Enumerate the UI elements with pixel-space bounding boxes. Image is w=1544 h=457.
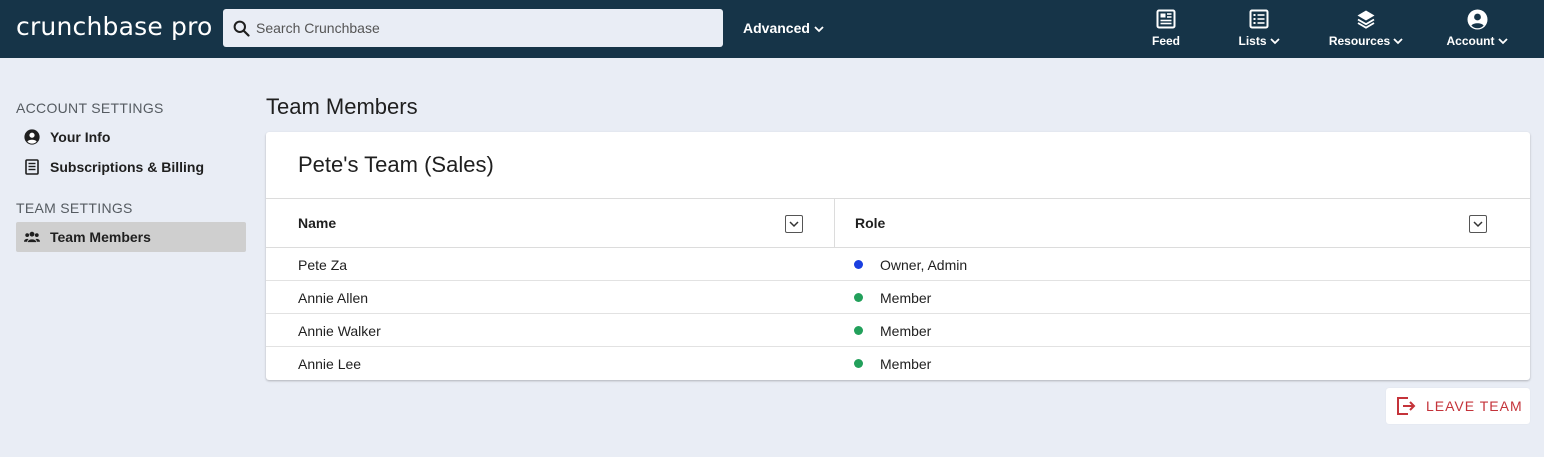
nav-lists[interactable]: Lists (1236, 8, 1282, 52)
chevron-down-icon (814, 20, 824, 36)
table-header: Name Role (266, 198, 1530, 248)
sidebar-item-subscriptions-billing[interactable]: Subscriptions & Billing (16, 152, 246, 182)
exit-icon (1395, 395, 1417, 417)
crunchbase-pro-logo[interactable]: crunchbase pro (16, 12, 213, 41)
table-row[interactable]: Annie Lee Member (266, 347, 1530, 380)
nav-account[interactable]: Account (1443, 8, 1511, 52)
sidebar-item-label: Your Info (50, 129, 111, 145)
sidebar-item-label: Team Members (50, 229, 151, 245)
chevron-down-icon (1393, 34, 1403, 48)
status-dot-icon (854, 260, 863, 269)
receipt-icon (24, 159, 40, 175)
table-row[interactable]: Pete Za Owner, Admin (266, 248, 1530, 281)
column-divider[interactable] (834, 199, 835, 247)
team-settings-heading: TEAM SETTINGS (16, 200, 133, 216)
member-name: Annie Lee (298, 356, 362, 372)
leave-team-label: LEAVE TEAM (1426, 398, 1523, 414)
nav-feed[interactable]: Feed (1145, 8, 1187, 52)
status-dot-icon (854, 293, 863, 302)
nav-lists-label: Lists (1238, 34, 1267, 48)
account-settings-heading: ACCOUNT SETTINGS (16, 100, 164, 116)
account-circle-icon (1465, 8, 1489, 30)
nav-resources-label: Resources (1328, 34, 1391, 48)
chevron-down-icon (1497, 34, 1508, 48)
member-name: Annie Allen (298, 290, 369, 306)
table-row[interactable]: Annie Allen Member (266, 281, 1530, 314)
member-role: Member (880, 356, 932, 372)
member-role: Owner, Admin (880, 257, 968, 273)
search-bar[interactable] (223, 9, 723, 47)
status-dot-icon (854, 326, 863, 335)
status-dot-icon (854, 359, 863, 368)
nav-resources[interactable]: Resources (1326, 8, 1406, 52)
chevron-down-icon (1473, 215, 1483, 233)
chevron-down-icon (1269, 34, 1280, 48)
account-circle-icon (24, 129, 40, 145)
chevron-down-icon (789, 215, 799, 233)
people-icon (24, 229, 40, 245)
team-card: Pete's Team (Sales) Name Role Pete Za Ow… (266, 132, 1530, 380)
column-header-name: Name (298, 215, 337, 231)
member-name: Annie Walker (298, 323, 381, 339)
member-role: Member (880, 290, 932, 306)
layers-icon (1354, 8, 1378, 30)
sidebar-item-label: Subscriptions & Billing (50, 159, 205, 175)
table-row[interactable]: Annie Walker Member (266, 314, 1530, 347)
search-input[interactable] (256, 20, 696, 36)
column-header-role: Role (855, 215, 886, 231)
name-column-menu-button[interactable] (785, 215, 803, 233)
list-icon (1247, 8, 1271, 30)
nav-feed-label: Feed (1151, 34, 1180, 48)
member-role: Member (880, 323, 932, 339)
top-navigation-bar: crunchbase pro Advanced Feed Lists R (0, 0, 1544, 58)
nav-account-label: Account (1446, 34, 1495, 48)
advanced-label: Advanced (743, 20, 810, 36)
advanced-search-dropdown[interactable]: Advanced (743, 20, 824, 36)
search-icon (232, 19, 250, 37)
feed-icon (1154, 8, 1178, 30)
team-name-heading: Pete's Team (Sales) (298, 152, 494, 177)
role-column-menu-button[interactable] (1469, 215, 1487, 233)
sidebar-item-your-info[interactable]: Your Info (16, 122, 246, 152)
page-title: Team Members (266, 94, 418, 119)
sidebar-item-team-members[interactable]: Team Members (16, 222, 246, 252)
member-name: Pete Za (298, 257, 348, 273)
leave-team-button[interactable]: LEAVE TEAM (1386, 388, 1530, 424)
